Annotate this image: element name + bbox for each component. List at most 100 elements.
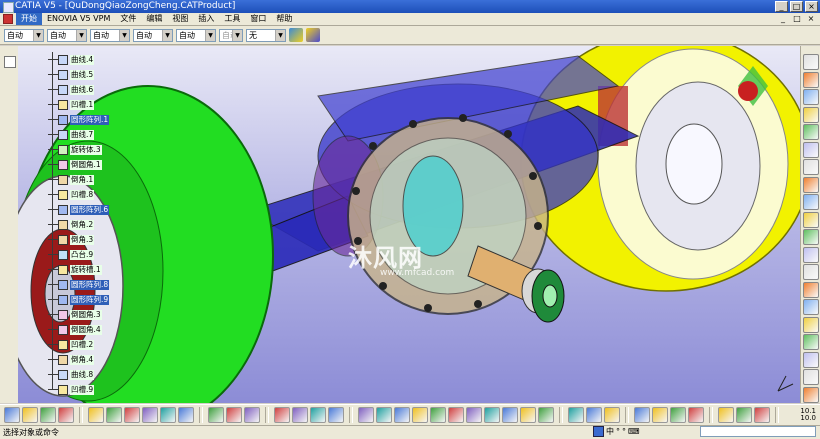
snap-icon[interactable] <box>803 89 819 105</box>
shaft-icon[interactable] <box>803 194 819 210</box>
close-button[interactable]: × <box>805 1 818 12</box>
tree-node[interactable]: 倒角.3 <box>48 232 95 247</box>
pad-icon[interactable] <box>803 159 819 175</box>
ime-logo-icon[interactable] <box>593 426 604 437</box>
iso-view-icon[interactable] <box>484 407 500 423</box>
tree-node[interactable]: 圆形阵列.9 <box>48 292 110 307</box>
apply-material-icon[interactable] <box>803 316 819 333</box>
tree-node[interactable]: 倒圆角.1 <box>48 157 102 172</box>
command-input[interactable] <box>700 426 816 437</box>
assembly-icon[interactable] <box>634 407 650 423</box>
clash-icon[interactable] <box>688 407 704 423</box>
tree-node[interactable]: 圆形阵列.1 <box>48 112 110 127</box>
measure-icon[interactable] <box>803 264 819 280</box>
format-painter-icon[interactable] <box>289 28 303 42</box>
open-icon[interactable] <box>22 407 38 423</box>
normal-view-icon[interactable] <box>466 407 482 423</box>
doc-close-button[interactable]: × <box>805 14 817 24</box>
menu-file[interactable]: 文件 <box>115 13 141 25</box>
tree-node[interactable]: 圆形阵列.8 <box>48 277 110 292</box>
material-icon[interactable] <box>803 299 819 315</box>
chevron-down-icon[interactable]: ▼ <box>76 29 86 41</box>
redo-icon[interactable] <box>160 407 176 423</box>
document-icon[interactable] <box>3 14 13 24</box>
menu-edit[interactable]: 编辑 <box>141 13 167 25</box>
ime-punct[interactable]: ° <box>616 426 620 437</box>
minimize-button[interactable]: _ <box>775 1 788 12</box>
tree-node[interactable]: 旋转体.3 <box>48 142 102 157</box>
undo-icon[interactable] <box>142 407 158 423</box>
3d-viewport[interactable]: 沐风网 www.mfcad.com <box>18 46 801 403</box>
explode-icon[interactable] <box>670 407 686 423</box>
macro-icon[interactable] <box>310 407 326 423</box>
tree-node[interactable]: 曲线.6 <box>48 82 95 97</box>
doc-restore-button[interactable]: □ <box>791 14 803 24</box>
update-icon[interactable] <box>803 106 819 123</box>
layer-select[interactable]: 无 ▼ <box>246 28 286 42</box>
tree-node[interactable]: 曲线.4 <box>48 52 95 67</box>
doc-minimize-button[interactable]: _ <box>777 14 789 24</box>
chevron-down-icon[interactable]: ▼ <box>119 29 129 41</box>
plane-icon[interactable] <box>604 407 620 423</box>
gear-icon[interactable] <box>803 54 819 70</box>
swap-space-icon[interactable] <box>538 407 554 423</box>
paste-icon[interactable] <box>124 407 140 423</box>
tree-node[interactable]: 倒角.4 <box>48 352 95 367</box>
point-symbol-select[interactable]: 自动 ▼ <box>176 28 216 42</box>
formula-icon[interactable] <box>208 407 224 423</box>
tree-node[interactable]: 凹槽.1 <box>48 97 95 112</box>
tree-node[interactable]: 曲线.7 <box>48 127 95 142</box>
transparency-select[interactable]: 自动 ▼ <box>47 28 87 42</box>
fillet-icon[interactable] <box>803 211 819 228</box>
new-icon[interactable] <box>4 407 20 423</box>
chevron-down-icon[interactable]: ▼ <box>275 29 285 41</box>
tree-node[interactable]: 曲线.8 <box>48 367 95 382</box>
zoom-in-icon[interactable] <box>430 407 446 423</box>
gear-icon[interactable] <box>754 407 770 423</box>
menu-start[interactable]: 开始 <box>16 13 42 25</box>
menu-insert[interactable]: 插入 <box>193 13 219 25</box>
tree-node[interactable]: 倒角.2 <box>48 217 95 232</box>
tree-node[interactable]: 圆形阵列.6 <box>48 202 110 217</box>
zoom-out-icon[interactable] <box>448 407 464 423</box>
maximize-button[interactable]: □ <box>790 1 803 12</box>
chevron-down-icon[interactable]: ▼ <box>162 29 172 41</box>
select-arrow-icon[interactable] <box>803 71 819 88</box>
tree-node[interactable]: 凸台.9 <box>48 247 95 262</box>
help-icon[interactable] <box>178 407 194 423</box>
chevron-down-icon[interactable]: ▼ <box>33 29 43 41</box>
axis-icon[interactable] <box>586 407 602 423</box>
tree-node[interactable]: 凹槽.9 <box>48 382 95 397</box>
rotate-icon[interactable] <box>412 407 428 423</box>
ime-width[interactable]: ° <box>622 426 626 437</box>
tree-node[interactable]: 凹槽.8 <box>48 187 95 202</box>
swept-icon[interactable] <box>803 334 819 350</box>
tree-node[interactable]: 曲线.5 <box>48 67 95 82</box>
menu-view[interactable]: 视图 <box>167 13 193 25</box>
boolean-icon[interactable] <box>803 351 819 368</box>
ime-keyboard[interactable]: ⌨ <box>628 426 640 437</box>
fly-mode-icon[interactable] <box>358 407 374 423</box>
tree-node[interactable]: 倒角.1 <box>48 172 95 187</box>
draft-icon[interactable] <box>803 246 819 263</box>
window-title-bar[interactable]: CATIA V5 - [QuDongQiaoZongCheng.CATProdu… <box>0 0 820 13</box>
analysis-icon[interactable] <box>803 281 819 298</box>
graphic-properties-icon[interactable] <box>306 28 320 42</box>
menu-enovia[interactable]: ENOVIA V5 VPM <box>42 13 115 25</box>
chevron-down-icon[interactable]: ▼ <box>205 29 215 41</box>
copy-icon[interactable] <box>106 407 122 423</box>
measure-icon[interactable] <box>736 407 752 423</box>
chamfer-icon[interactable] <box>803 229 819 245</box>
hyperlink-icon[interactable] <box>244 407 260 423</box>
sketch-icon[interactable] <box>568 407 584 423</box>
cut-icon[interactable] <box>88 407 104 423</box>
line-thickness-select[interactable]: 自动 ▼ <box>90 28 130 42</box>
tree-node[interactable]: 旋转槽.1 <box>48 262 102 277</box>
ime-mode[interactable]: 中 <box>606 426 614 437</box>
fill-color-select[interactable]: 自动 ▼ <box>4 28 44 42</box>
menu-window[interactable]: 窗口 <box>245 13 271 25</box>
axle-assembly-model[interactable] <box>18 46 801 403</box>
menu-tools[interactable]: 工具 <box>219 13 245 25</box>
constraint-icon[interactable] <box>652 407 668 423</box>
pattern-icon[interactable] <box>803 369 819 385</box>
